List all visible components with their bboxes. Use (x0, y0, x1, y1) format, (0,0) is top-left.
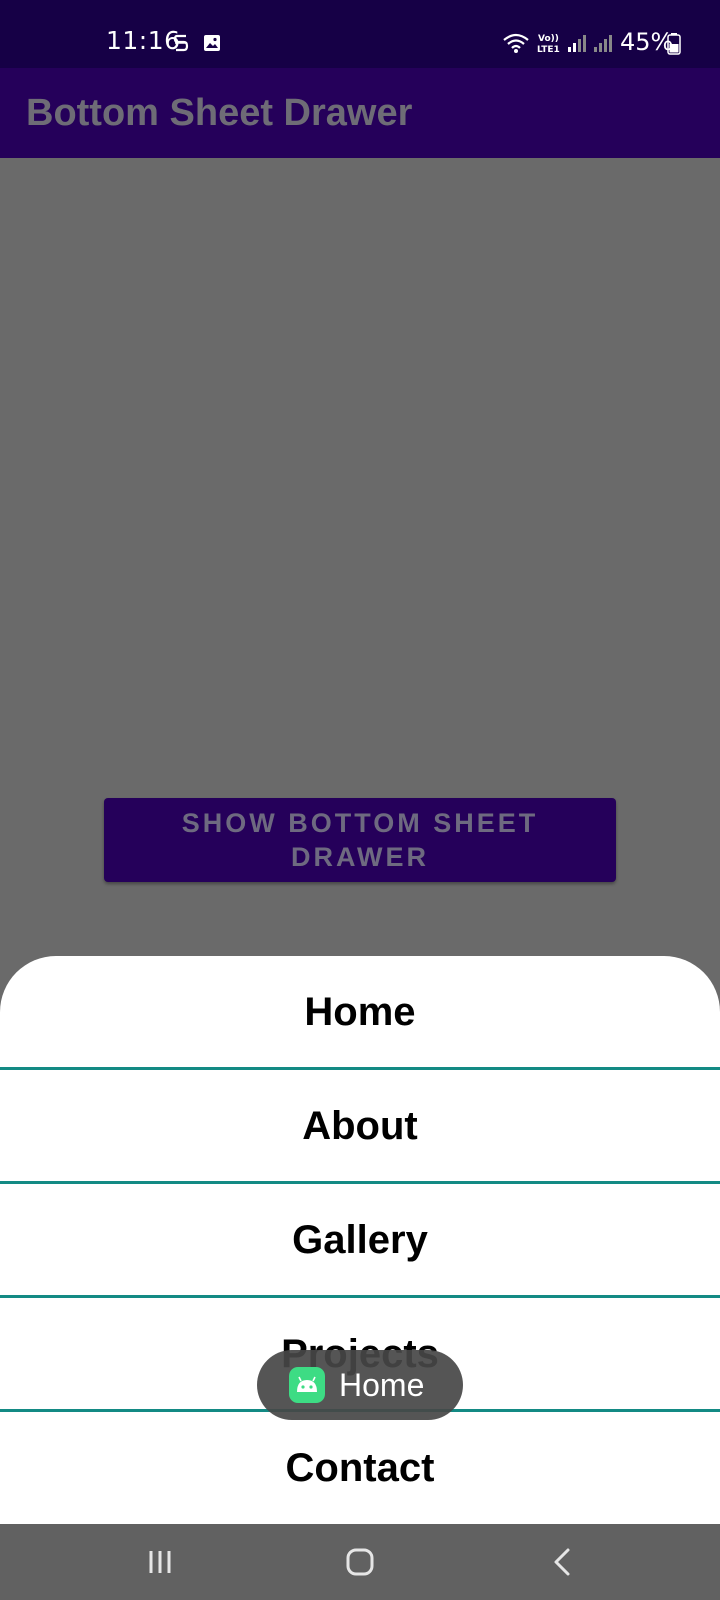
image-icon (202, 30, 222, 56)
svg-text:LTE1: LTE1 (537, 45, 560, 55)
home-icon[interactable] (310, 1524, 410, 1600)
android-icon (289, 1367, 325, 1403)
signal-icon (566, 30, 588, 56)
back-icon[interactable] (512, 1524, 612, 1600)
battery-icon (666, 31, 682, 57)
wifi-icon (502, 30, 530, 56)
sheet-item-label: Gallery (292, 1217, 428, 1262)
show-bottom-sheet-button[interactable]: SHOW BOTTOM SHEET DRAWER (104, 798, 616, 882)
app-bar: Bottom Sheet Drawer (0, 68, 720, 158)
toast-text: Home (339, 1366, 425, 1403)
bottom-sheet: Home About Gallery Projects Contact (0, 956, 720, 1524)
volte-icon: Vo)) LTE1 (536, 30, 562, 56)
status-time: 11:16 (106, 26, 181, 55)
status-bar: 11:16 Vo)) LTE1 45% (0, 0, 720, 68)
scrim-overlay[interactable]: SHOW BOTTOM SHEET DRAWER (0, 158, 720, 956)
s-icon (172, 30, 190, 56)
sheet-item-label: Contact (285, 1445, 435, 1490)
app-title: Bottom Sheet Drawer (26, 92, 413, 134)
sheet-item-label: Home (304, 989, 416, 1034)
sheet-item-label: About (302, 1103, 418, 1148)
sheet-item-contact[interactable]: Contact (0, 1412, 720, 1524)
svg-text:Vo)): Vo)) (538, 34, 559, 44)
signal-icon (592, 30, 614, 56)
sheet-item-home[interactable]: Home (0, 956, 720, 1068)
navigation-bar (0, 1524, 720, 1600)
sheet-item-gallery[interactable]: Gallery (0, 1184, 720, 1296)
sheet-item-about[interactable]: About (0, 1070, 720, 1182)
recents-icon[interactable] (110, 1524, 210, 1600)
toast: Home (257, 1350, 463, 1420)
show-bottom-sheet-button-label: SHOW BOTTOM SHEET DRAWER (181, 808, 539, 872)
